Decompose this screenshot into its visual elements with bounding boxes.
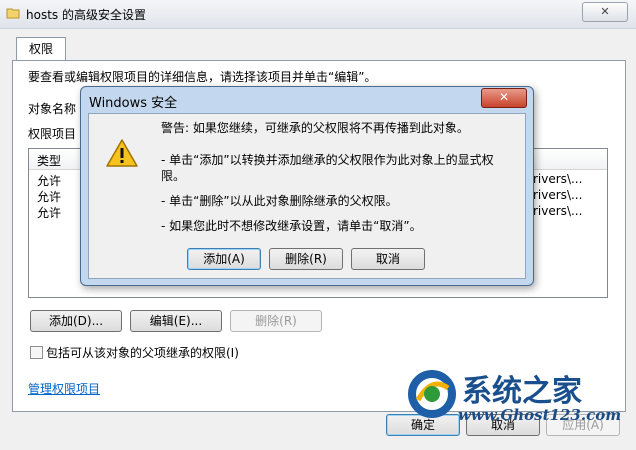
dialog-title: Windows 安全 bbox=[89, 96, 178, 111]
bullet-remove-text: - 单击“删除”以从此对象删除继承的父权限。 bbox=[161, 194, 398, 208]
window-title: hosts 的高级安全设置 bbox=[26, 8, 146, 22]
tab-permissions[interactable]: 权限 bbox=[16, 37, 66, 62]
window-titlebar[interactable]: hosts 的高级安全设置 ✕ bbox=[0, 0, 636, 29]
watermark-url: www.Ghost123.com bbox=[458, 406, 622, 424]
dialog-cancel-button[interactable]: 取消 bbox=[351, 248, 425, 270]
remove-permission-button[interactable]: 删除(R) bbox=[230, 310, 322, 332]
row-type: 允许 bbox=[37, 206, 62, 220]
dialog-body: 警告: 如果您继续，可继承的父权限将不再传播到此对象。 - 单击“添加”以转换并… bbox=[88, 113, 526, 279]
window-close-button[interactable]: ✕ bbox=[582, 2, 628, 22]
object-name-label: 对象名称 bbox=[28, 102, 77, 116]
add-permission-button[interactable]: 添加(D)... bbox=[30, 310, 122, 332]
row-path: rivers\... bbox=[533, 172, 583, 186]
bullet-cancel-text: - 如果您此时不想修改继承设置，请单击“取消”。 bbox=[161, 219, 422, 233]
permission-entries-label: 权限项目 bbox=[28, 127, 77, 141]
intro-text: 要查看或编辑权限项目的详细信息，请选择该项目并单击“编辑”。 bbox=[28, 70, 377, 84]
row-path: rivers\... bbox=[533, 204, 583, 218]
windows-security-dialog: Windows 安全 ✕ 警告: 如果您继续，可继承的父权限将不再传播到此对象。… bbox=[80, 86, 534, 286]
bullet-add-text-line1: - 单击“添加”以转换并添加继承的父权限作为此对象上的显式权 bbox=[161, 153, 494, 167]
dialog-close-button[interactable]: ✕ bbox=[481, 88, 527, 108]
edit-permission-button[interactable]: 编辑(E)... bbox=[130, 310, 222, 332]
warning-text: 警告: 如果您继续，可继承的父权限将不再传播到此对象。 bbox=[161, 121, 469, 135]
column-header-type[interactable]: 类型 bbox=[37, 152, 61, 169]
inherit-checkbox[interactable] bbox=[30, 346, 43, 359]
inherit-checkbox-label[interactable]: 包括可从该对象的父项继承的权限(I) bbox=[46, 344, 239, 361]
dialog-add-button[interactable]: 添加(A) bbox=[187, 248, 261, 270]
manage-permissions-link[interactable]: 管理权限项目 bbox=[28, 380, 100, 397]
watermark-brand-name: 系统之家 bbox=[462, 374, 582, 409]
watermark-logo-icon bbox=[408, 370, 456, 418]
dialog-remove-button[interactable]: 删除(R) bbox=[269, 248, 343, 270]
row-path: rivers\... bbox=[533, 188, 583, 202]
folder-icon bbox=[6, 8, 20, 19]
bullet-add-text-line2: 限。 bbox=[161, 169, 186, 183]
warning-icon bbox=[106, 139, 138, 167]
